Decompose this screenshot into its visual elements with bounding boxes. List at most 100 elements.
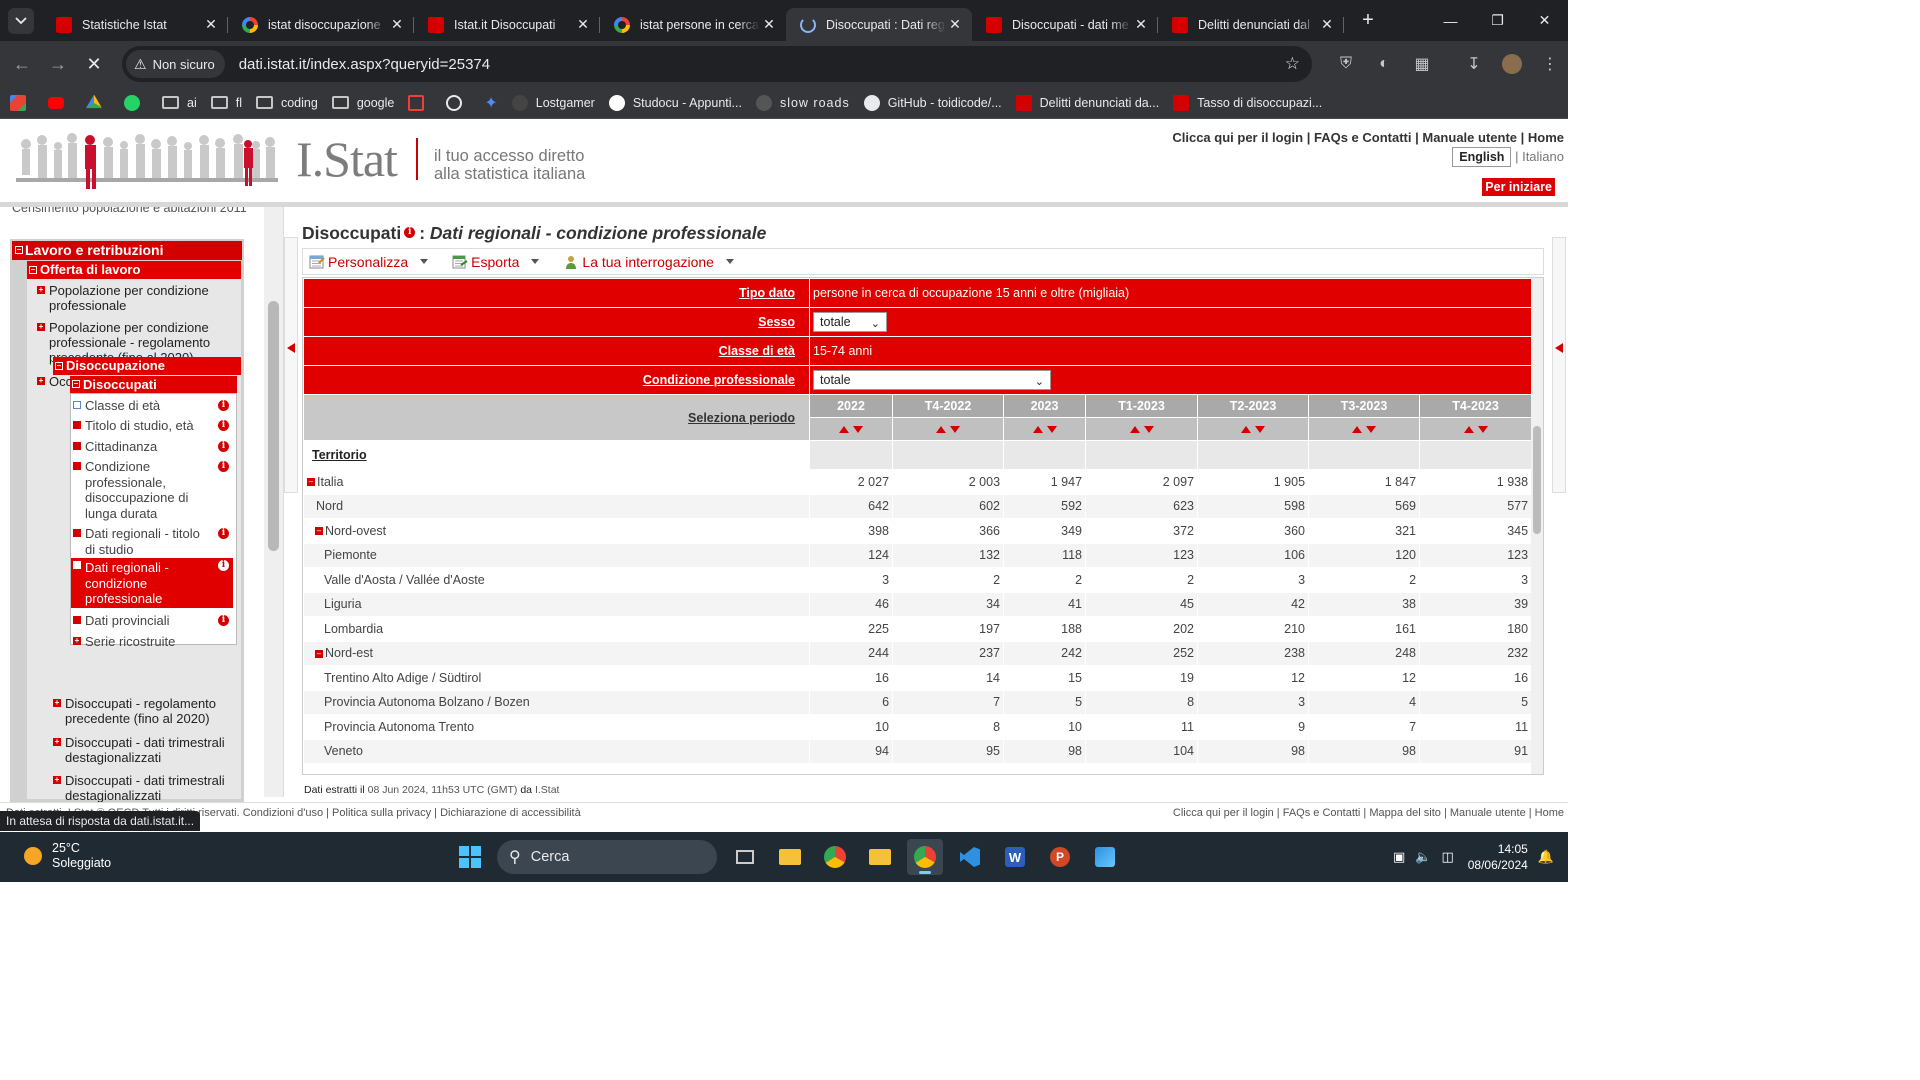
table-scrollbar[interactable] — [1531, 278, 1543, 774]
info-icon[interactable]: i — [218, 441, 229, 452]
period-header[interactable]: T3-2023 — [1308, 394, 1421, 418]
lang-italiano[interactable]: Italiano — [1522, 149, 1564, 164]
expand-icon[interactable]: + — [37, 377, 45, 385]
dataset-condizione-professionale[interactable]: Condizione professionale, disoccupazione… — [71, 459, 233, 521]
new-tab-button[interactable]: + — [1354, 9, 1382, 32]
bookmark-gemini[interactable]: ✦ — [484, 93, 497, 113]
explorer-button-2[interactable] — [862, 839, 898, 875]
scrollbar-thumb[interactable] — [1533, 426, 1541, 534]
collapse-left-panel-button[interactable] — [284, 237, 298, 493]
dataset-serie-ricostruite[interactable]: + Serie ricostruite — [71, 634, 233, 650]
info-icon[interactable]: i — [218, 400, 229, 411]
select-period-link[interactable]: Seleziona periodo — [303, 394, 811, 441]
collapse-icon[interactable]: – — [29, 266, 37, 274]
security-chip[interactable]: ⚠ Non sicuro — [126, 50, 225, 78]
param-select-1[interactable]: totale ⌄ — [813, 312, 888, 332]
territory-label[interactable]: Territorio — [303, 440, 800, 470]
bookmark-delitti[interactable]: Delitti denunciati da... — [1015, 94, 1159, 111]
sidebar-item-destagionalizzati-2[interactable]: + Disoccupati - dati trimestrali destagio… — [53, 773, 233, 802]
info-icon[interactable]: i — [218, 420, 229, 431]
sort-ascending-icon[interactable] — [1352, 426, 1363, 433]
minimize-button[interactable]: — — [1427, 0, 1474, 41]
close-window-button[interactable]: ✕ — [1521, 0, 1568, 41]
param-label[interactable]: Condizione professionale — [303, 365, 811, 395]
period-header[interactable]: T1-2023 — [1085, 394, 1199, 418]
manual-link[interactable]: Manuale utente — [1422, 130, 1517, 145]
bookmark-chatgpt[interactable] — [446, 94, 470, 111]
expand-icon[interactable]: + — [53, 776, 61, 784]
esporta-menu[interactable]: Esporta — [446, 254, 540, 270]
tab-search-button[interactable] — [8, 7, 34, 34]
sidebar-disoccupati[interactable]: – Disoccupati — [70, 376, 237, 393]
stop-loading-button[interactable]: ✕ — [76, 46, 112, 82]
collapse-icon[interactable]: – — [55, 362, 63, 370]
weather-widget[interactable]: 25°C Soleggiato — [24, 841, 111, 871]
photos-button[interactable] — [1087, 839, 1123, 875]
sidebar-item-regolamento[interactable]: + Disoccupati - regolamento precedente (f… — [53, 696, 233, 726]
sidebar-subsection-offerta[interactable]: – Offerta di lavoro — [27, 261, 241, 279]
personalizza-menu[interactable]: Personalizza — [303, 254, 429, 270]
bookmark-folder-fl[interactable]: fl — [210, 96, 242, 110]
browser-tab[interactable]: Delitti denunciati dal ✕ — [1158, 8, 1344, 41]
sort-descending-icon[interactable] — [950, 426, 961, 433]
info-icon[interactable]: i — [218, 560, 229, 571]
browser-tab[interactable]: Disoccupati - dati me ✕ — [972, 8, 1158, 41]
bookmark-whatsapp[interactable] — [124, 94, 148, 111]
sidebar-item-destagionalizzati[interactable]: + Disoccupati - dati trimestrali destagio… — [53, 735, 233, 765]
bookmark-folder-coding[interactable]: coding — [255, 96, 318, 110]
bookmark-studocu[interactable]: Studocu - Appunti... — [608, 94, 742, 111]
sort-ascending-icon[interactable] — [1463, 426, 1474, 433]
bookmark-github[interactable]: GitHub - toidicode/... — [863, 94, 1002, 111]
sort-descending-icon[interactable] — [1366, 426, 1377, 433]
info-icon[interactable]: i — [218, 528, 229, 539]
close-tab-icon[interactable]: ✕ — [760, 16, 778, 34]
sort-ascending-icon[interactable] — [1129, 426, 1140, 433]
browser-tab[interactable]: Istat.it Disoccupati ✕ — [414, 8, 600, 41]
battery-icon[interactable]: ◫ — [1441, 849, 1453, 865]
dataset-regionali-condizione[interactable]: Dati regionali - condizione professional… — [71, 558, 233, 608]
expand-right-panel-button[interactable] — [1552, 237, 1566, 493]
browser-tab[interactable]: Disoccupati : Dati reg ✕ — [786, 8, 972, 41]
dataset-regionali-titolo[interactable]: Dati regionali - titolo di studio i — [71, 526, 233, 557]
bookmark-folder-ai[interactable]: ai — [162, 96, 197, 110]
expand-icon[interactable]: + — [53, 699, 61, 707]
expand-icon[interactable]: + — [37, 323, 45, 331]
browser-tab[interactable]: Statistiche Istat ✕ — [42, 8, 228, 41]
collapse-icon[interactable]: – — [315, 527, 323, 536]
expand-icon[interactable]: + — [73, 637, 81, 645]
sort-ascending-icon[interactable] — [1032, 426, 1043, 433]
taskbar-search[interactable]: ⚲ Cerca — [497, 840, 717, 874]
period-header[interactable]: T4-2023 — [1419, 394, 1533, 418]
period-header[interactable]: 2022 — [809, 394, 894, 418]
home-link[interactable]: Home — [1528, 130, 1564, 145]
clock[interactable]: 14:05 08/06/2024 — [1468, 841, 1528, 873]
close-tab-icon[interactable]: ✕ — [946, 16, 964, 34]
close-tab-icon[interactable]: ✕ — [574, 16, 592, 34]
lang-english[interactable]: English — [1452, 147, 1512, 167]
sidebar-disoccupazione[interactable]: – Disoccupazione — [53, 357, 241, 375]
download-icon[interactable]: ↧ — [1458, 48, 1490, 80]
param-label[interactable]: Classe di età — [303, 336, 811, 366]
footnote-source[interactable]: I.Stat — [535, 784, 560, 796]
sidebar-item-censimento[interactable]: Censimento popolazione e abitazioni 2011 — [12, 207, 252, 218]
url-text[interactable]: dati.istat.it/index.aspx?queryid=25374 — [239, 56, 490, 73]
address-bar[interactable]: ⚠ Non sicuro dati.istat.it/index.aspx?qu… — [122, 46, 1312, 82]
chrome-button[interactable] — [817, 839, 853, 875]
footer-right-links[interactable]: Clicca qui per il login | FAQs e Contatt… — [1173, 807, 1564, 819]
sort-descending-icon[interactable] — [853, 426, 864, 433]
param-select-3[interactable]: totale ⌄ — [813, 370, 1052, 390]
extension-circle-icon[interactable]: ◐ — [1368, 48, 1400, 80]
close-tab-icon[interactable]: ✕ — [1318, 16, 1336, 34]
istat-logo[interactable]: I.Stat — [296, 130, 398, 188]
sort-ascending-icon[interactable] — [1241, 426, 1252, 433]
info-icon[interactable]: i — [218, 461, 229, 472]
info-icon[interactable]: i — [404, 227, 416, 238]
chrome-active-button[interactable] — [907, 839, 943, 875]
browser-tab[interactable]: istat disoccupazione ✕ — [228, 8, 414, 41]
bookmark-mail[interactable] — [408, 94, 432, 111]
volume-icon[interactable]: 🔈 — [1415, 849, 1431, 865]
period-header[interactable]: T2-2023 — [1197, 394, 1310, 418]
sort-descending-icon[interactable] — [1046, 426, 1057, 433]
sort-ascending-icon[interactable] — [839, 426, 850, 433]
browser-tab[interactable]: istat persone in cerca ✕ — [600, 8, 786, 41]
